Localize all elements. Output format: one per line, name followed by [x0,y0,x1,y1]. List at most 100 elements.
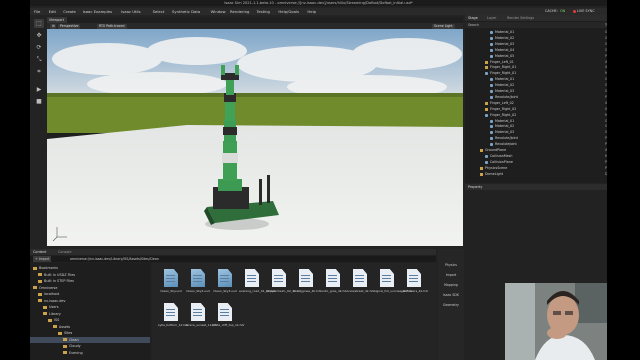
menu-rendering[interactable]: Rendering [230,8,249,15]
play-icon[interactable]: ▶ [34,85,44,94]
import-button[interactable]: Import [438,271,464,279]
hdr-file-icon[interactable] [218,303,232,321]
rotate-icon[interactable]: ⟳ [34,43,44,52]
tree-item-label: Built In STEP Files [44,279,74,283]
stage-row[interactable]: CollisionMesh Mesh [465,154,607,159]
tab-console[interactable]: Console [58,249,71,255]
physics-button[interactable]: Physics [438,261,464,269]
hdr-file-icon[interactable] [353,269,367,287]
hdr-file-icon[interactable] [380,269,394,287]
file-label: noon_grass_4k.hdr [293,289,322,293]
import-button[interactable]: + Import [33,256,52,262]
stage-row[interactable]: Material_03 GeomSubset [465,89,607,94]
stage-row[interactable]: Material_03 GeomSubset [465,130,607,135]
tree-item[interactable]: Library [30,311,150,317]
hdr-file-icon[interactable] [164,303,178,321]
stage-row[interactable]: Material_01 GeomSubset [465,30,607,35]
tab-content[interactable]: Content [33,249,47,255]
mapping-button[interactable]: Mapping [438,281,464,289]
cache-state[interactable]: ON [560,8,565,15]
geometry-button[interactable]: Geometry [438,301,464,309]
stage-row[interactable]: Finger_Left_01 Xform [465,60,607,65]
viewport-scene[interactable] [47,29,463,246]
hdr-file-icon[interactable] [191,303,205,321]
menu-synthetic-data[interactable]: Synthetic Data [172,8,200,15]
stage-row-type: Xform [605,59,607,64]
menu-isaac-utils[interactable]: Isaac Utils [121,8,140,15]
tree-item[interactable]: Evening [30,350,150,356]
stop-icon[interactable]: ■ [34,97,44,106]
xform-icon [480,166,483,170]
menu-file[interactable]: File [34,8,40,15]
stage-row[interactable]: Material_02 GeomSubset [465,36,607,41]
stage-row[interactable]: Finger_Left_02 Xform [465,101,607,106]
tree-item[interactable]: ISS [30,317,150,323]
tree-item-label: Built In USDZ Files [44,272,76,277]
menu-help-goals[interactable]: Help/Goals [278,8,299,15]
stage-row[interactable]: DomeLight DomeLight [465,172,607,177]
stage-row[interactable]: Material_01 GeomSubset [465,77,607,82]
tree-item[interactable]: Built In STEP Files [30,278,150,284]
usd-file-icon[interactable] [218,269,232,287]
stage-row[interactable]: Revolute/Joint PhysicsRevolute [465,95,607,100]
snap-icon[interactable]: ⌗ [34,67,44,76]
stage-row[interactable]: Revolute/Joint PhysicsRevolute [465,136,607,141]
tab-render-settings[interactable]: Render Settings [507,15,534,21]
select-icon[interactable]: ⬚ [34,19,44,28]
stage-row[interactable]: Material_01 GeomSubset [465,119,607,124]
stage-row-type: GeomSubset [605,47,607,52]
menu-window[interactable]: Window [211,8,226,15]
stage-search[interactable]: Search [468,22,479,28]
tree-item[interactable]: localhost [30,291,150,297]
usd-file-icon[interactable] [164,269,178,287]
stage-row[interactable]: Material_04 GeomSubset [465,48,607,53]
stage-row[interactable]: RevoluteJoint PhysicsRevolute [465,142,607,147]
stage-row-name: Material_03 [495,41,515,46]
tab-layer[interactable]: Layer [487,15,496,21]
tree-item[interactable]: Users [30,304,150,310]
isaac-sdk-button[interactable]: Isaac SDK [438,291,464,299]
content-path-bar: + Import omniverse://nv-isaac-dev/Librar… [30,256,436,262]
property-tab[interactable]: Property [465,184,607,190]
move-icon[interactable]: ✥ [34,31,44,40]
path-field[interactable]: omniverse://nv-isaac-dev/Library/ISS/Ass… [70,256,159,262]
tree-item[interactable]: Sites [30,330,150,336]
xform-icon [485,107,488,111]
menu-isaac-examples[interactable]: Isaac Examples [83,8,113,15]
tree-item[interactable]: nv-isaac-dev [30,298,150,304]
stage-row[interactable]: Finger_Right_01 Mesh [465,71,607,76]
stage-row[interactable]: Material_02 GeomSubset [465,124,607,129]
tree-item[interactable]: Cloudy [30,343,150,349]
tree-item[interactable]: Bookmarks [30,265,150,271]
menu-help[interactable]: Help [307,8,316,15]
tab-stage[interactable]: Stage [468,15,478,21]
menu-create[interactable]: Create [63,8,76,15]
menu-edit[interactable]: Edit [49,8,56,15]
stage-row[interactable]: GroundPlane Xform [465,148,607,153]
stage-row[interactable]: Finger_Right_02 Xform [465,107,607,112]
stage-row[interactable]: Material_03 GeomSubset [465,42,607,47]
live-sync-label[interactable]: LIVE SYNC [577,8,595,15]
hdr-file-icon[interactable] [299,269,313,287]
tree-item[interactable]: Omniverse [30,285,150,291]
stage-row[interactable]: PhysicsScene PhysicsScene [465,166,607,171]
scale-icon[interactable]: ⤡ [34,55,44,64]
hdr-file-icon[interactable] [326,269,340,287]
folder-icon [48,318,52,322]
hdr-file-icon[interactable] [245,269,259,287]
stage-row[interactable]: Finger_Right_01 Xform [465,65,607,70]
menu-select[interactable]: Select [153,8,165,15]
stage-row[interactable]: Material_02 GeomSubset [465,83,607,88]
folder-icon [38,279,42,283]
stage-row[interactable]: CollisionPlane Plane [465,160,607,165]
stage-row-type: GeomSubset [605,83,607,88]
tree-item[interactable]: Clean [30,336,150,343]
hdr-file-icon[interactable] [272,269,286,287]
stage-row[interactable]: Material_05 PhysicsRevolute [465,54,607,59]
tree-item[interactable]: Built In USDZ Files [30,272,150,278]
stage-row[interactable]: Finger_Right_02 Mesh [465,113,607,118]
usd-file-icon[interactable] [191,269,205,287]
hdr-file-icon[interactable] [407,269,421,287]
tree-item[interactable]: Assets [30,324,150,330]
menu-testing[interactable]: Testing [257,8,270,15]
